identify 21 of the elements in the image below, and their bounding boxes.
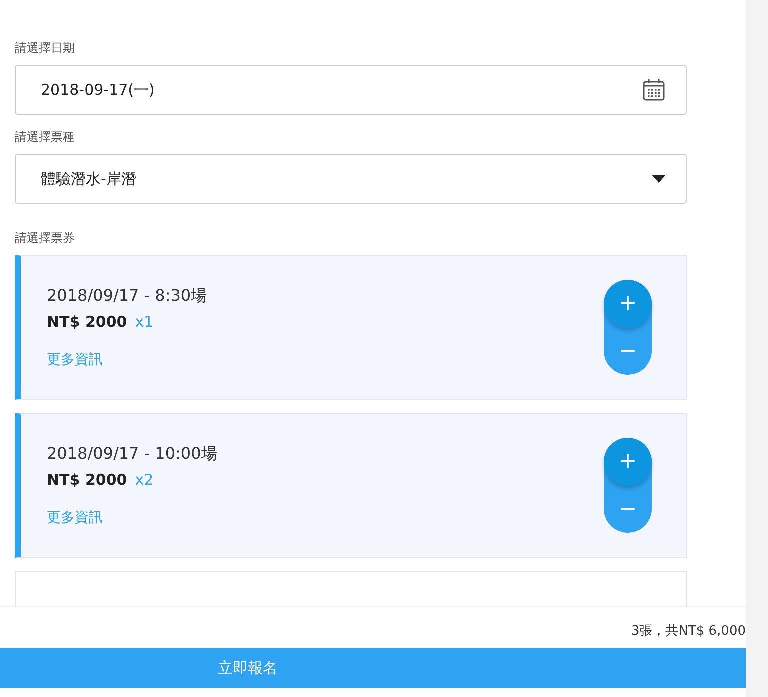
date-field[interactable]: 2018-09-17(一)	[15, 65, 687, 115]
ticket-type-select[interactable]: 體驗潛水-岸潛	[15, 154, 687, 204]
more-info-link[interactable]: 更多資訊	[47, 351, 103, 369]
decrement-button[interactable]: −	[604, 328, 652, 375]
register-button[interactable]: 立即報名	[0, 648, 746, 688]
increment-button[interactable]: +	[604, 438, 652, 486]
ticket-quantity: x1	[135, 313, 154, 331]
increment-button[interactable]: +	[604, 280, 652, 328]
session-time: 2018/09/17 - 8:30場	[47, 286, 208, 307]
field-label: 請選擇票券	[15, 230, 75, 247]
dropdown-caret-icon	[652, 175, 666, 183]
order-summary: 3張，共NT$ 6,000	[631, 623, 746, 641]
more-info-link[interactable]: 更多資訊	[47, 509, 103, 527]
field-label: 請選擇日期	[15, 40, 75, 57]
ticket-price: NT$ 2000	[47, 471, 128, 489]
calendar-icon	[642, 78, 666, 102]
ticket-quantity: x2	[135, 471, 154, 489]
decrement-button[interactable]: −	[604, 486, 652, 533]
field-label: 請選擇票種	[15, 129, 75, 146]
ticket-price: NT$ 2000	[47, 313, 128, 331]
session-time: 2018/09/17 - 10:00場	[47, 444, 218, 465]
